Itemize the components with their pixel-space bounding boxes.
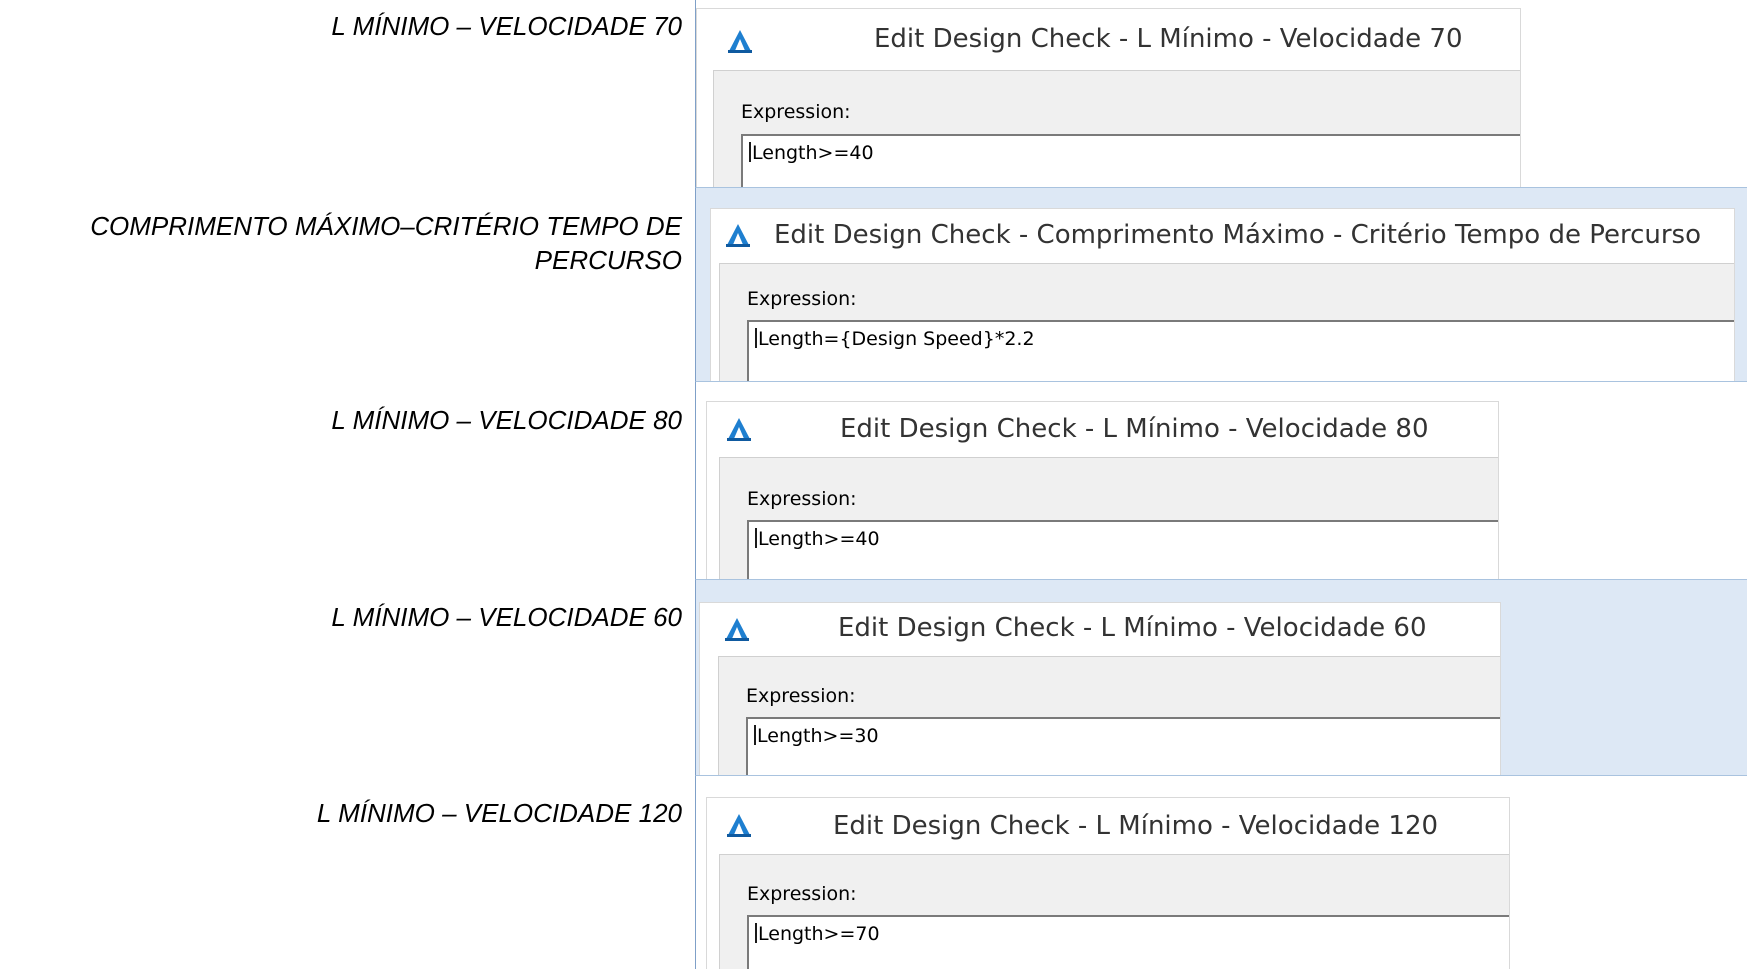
row-label: L MÍNIMO – VELOCIDADE 70 xyxy=(331,11,682,41)
dialog-body: Expression: Length>=70 xyxy=(719,854,1509,969)
autodesk-civil-3d-icon xyxy=(725,618,749,641)
autodesk-civil-3d-icon xyxy=(726,224,750,247)
expression-input[interactable]: Length>=70 xyxy=(747,915,1509,969)
row-label: L MÍNIMO – VELOCIDADE 80 xyxy=(331,405,682,435)
text-caret xyxy=(755,528,757,548)
expression-text: Length>=40 xyxy=(758,528,880,550)
autodesk-civil-3d-icon xyxy=(728,30,752,53)
expression-input[interactable]: Length>=30 xyxy=(746,717,1500,775)
expression-label: Expression: xyxy=(747,488,857,510)
text-caret xyxy=(749,142,751,162)
table-row: COMPRIMENTO MÁXIMO–CRITÉRIO TEMPO DE PER… xyxy=(0,187,1747,381)
edit-design-check-dialog: Edit Design Check - L Mínimo - Velocidad… xyxy=(699,602,1501,775)
dialog-body: Expression: Length>=30 xyxy=(718,656,1500,775)
screenshot-cell: Edit Design Check - L Mínimo - Velocidad… xyxy=(695,381,1747,579)
expression-input[interactable]: Length>=40 xyxy=(747,520,1498,579)
table-row: L MÍNIMO – VELOCIDADE 80 Edit Design Che… xyxy=(0,381,1747,579)
dialog-title: Edit Design Check - L Mínimo - Velocidad… xyxy=(874,24,1463,54)
edit-design-check-dialog: Edit Design Check - L Mínimo - Velocidad… xyxy=(706,797,1510,969)
dialog-title: Edit Design Check - L Mínimo - Velocidad… xyxy=(840,414,1429,444)
dialog-body: Expression: Length={Design Speed}*2.2 xyxy=(719,263,1734,381)
autodesk-civil-3d-icon xyxy=(727,814,751,837)
edit-design-check-dialog: Edit Design Check - L Mínimo - Velocidad… xyxy=(706,401,1499,579)
screenshot-cell: Edit Design Check - L Mínimo - Velocidad… xyxy=(695,579,1747,775)
expression-value: Length>=40 xyxy=(755,528,880,550)
dialog-titlebar[interactable]: Edit Design Check - L Mínimo - Velocidad… xyxy=(700,603,1500,656)
expression-input[interactable]: Length>=40 xyxy=(741,134,1520,187)
screenshot-cell: Edit Design Check - Comprimento Máximo -… xyxy=(695,187,1747,381)
dialog-titlebar[interactable]: Edit Design Check - L Mínimo - Velocidad… xyxy=(707,798,1509,854)
dialog-title: Edit Design Check - Comprimento Máximo -… xyxy=(774,220,1701,250)
table-row: L MÍNIMO – VELOCIDADE 120 Edit Design Ch… xyxy=(0,775,1747,969)
dialog-body: Expression: Length>=40 xyxy=(719,457,1498,579)
expression-text: Length>=30 xyxy=(757,725,879,747)
expression-value: Length>=30 xyxy=(754,725,879,747)
dialog-title: Edit Design Check - L Mínimo - Velocidad… xyxy=(838,613,1427,643)
expression-text: Length>=40 xyxy=(752,142,874,164)
text-caret xyxy=(754,725,756,745)
dialog-titlebar[interactable]: Edit Design Check - Comprimento Máximo -… xyxy=(711,209,1734,263)
edit-design-check-dialog: Edit Design Check - Comprimento Máximo -… xyxy=(710,208,1735,381)
dialog-body: Expression: Length>=40 xyxy=(713,70,1520,187)
expression-value: Length>=40 xyxy=(749,142,874,164)
screenshot-cell: Edit Design Check - L Mínimo - Velocidad… xyxy=(695,0,1747,187)
expression-value: Length={Design Speed}*2.2 xyxy=(755,328,1035,350)
row-label: COMPRIMENTO MÁXIMO–CRITÉRIO TEMPO DE PER… xyxy=(90,211,682,275)
dialog-title: Edit Design Check - L Mínimo - Velocidad… xyxy=(833,811,1439,841)
expression-label: Expression: xyxy=(747,288,857,310)
row-label: L MÍNIMO – VELOCIDADE 60 xyxy=(331,602,682,632)
text-caret xyxy=(755,923,757,943)
expression-label: Expression: xyxy=(747,883,857,905)
expression-label: Expression: xyxy=(746,685,856,707)
dialog-titlebar[interactable]: Edit Design Check - L Mínimo - Velocidad… xyxy=(697,9,1520,70)
autodesk-civil-3d-icon xyxy=(727,418,751,441)
text-caret xyxy=(755,328,757,348)
expression-label: Expression: xyxy=(741,101,851,123)
edit-design-check-dialog: Edit Design Check - L Mínimo - Velocidad… xyxy=(696,8,1521,187)
dialog-titlebar[interactable]: Edit Design Check - L Mínimo - Velocidad… xyxy=(707,402,1498,457)
table-row: L MÍNIMO – VELOCIDADE 60 Edit Design Che… xyxy=(0,579,1747,775)
expression-input[interactable]: Length={Design Speed}*2.2 xyxy=(747,320,1734,381)
expression-text: Length={Design Speed}*2.2 xyxy=(758,328,1035,350)
table-row: L MÍNIMO – VELOCIDADE 70 Edit Design Che… xyxy=(0,0,1747,187)
screenshot-cell: Edit Design Check - L Mínimo - Velocidad… xyxy=(695,775,1747,969)
expression-text: Length>=70 xyxy=(758,923,880,945)
row-label: L MÍNIMO – VELOCIDADE 120 xyxy=(316,798,682,828)
expression-value: Length>=70 xyxy=(755,923,880,945)
